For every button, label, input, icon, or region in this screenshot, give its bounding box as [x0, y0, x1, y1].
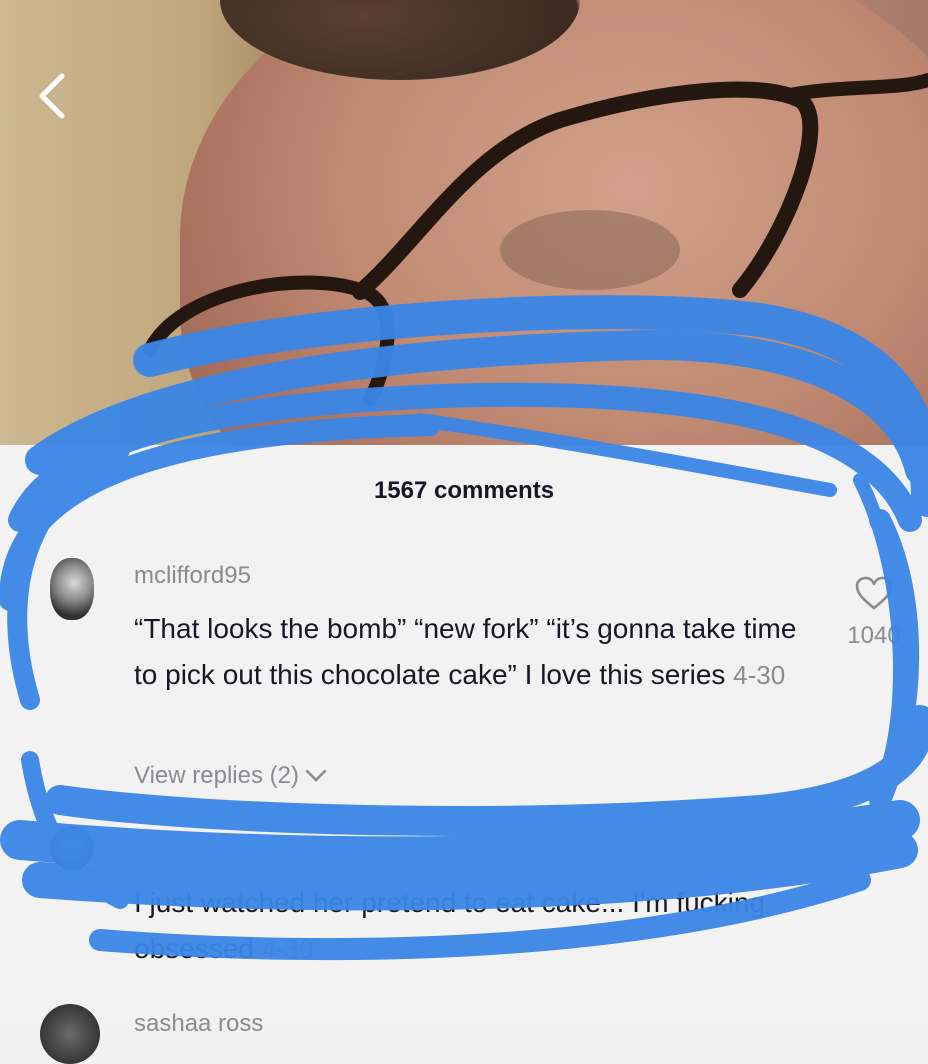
video-glasses — [143, 73, 928, 407]
comment-username[interactable]: mclifford95 — [134, 562, 251, 590]
video-frame — [0, 0, 928, 450]
heart-icon — [855, 576, 893, 610]
avatar[interactable] — [40, 1004, 100, 1064]
comment-text: I just watched her pretend to eat cake..… — [134, 880, 814, 972]
avatar[interactable] — [50, 558, 94, 620]
comment-date: 4-30 — [261, 934, 314, 964]
chevron-left-icon — [39, 73, 65, 119]
avatar[interactable] — [50, 826, 94, 870]
like-count: 1040 — [847, 622, 901, 649]
like-button[interactable]: 1040 — [842, 575, 906, 650]
view-replies-label: View replies (2) — [134, 762, 299, 789]
comment-date: 4-30 — [733, 660, 786, 690]
comment-username[interactable]: sashaa ross — [134, 1010, 263, 1038]
view-replies-button[interactable]: View replies (2) — [134, 762, 327, 790]
comment-body: I just watched her pretend to eat cake..… — [134, 887, 766, 964]
chevron-down-icon — [305, 769, 327, 782]
back-button[interactable] — [30, 68, 80, 124]
comment-text: “That looks the bomb” “new fork” “it’s g… — [134, 606, 814, 698]
comments-count: 1567 comments — [373, 477, 555, 504]
comment-body: “That looks the bomb” “new fork” “it’s g… — [134, 613, 797, 690]
